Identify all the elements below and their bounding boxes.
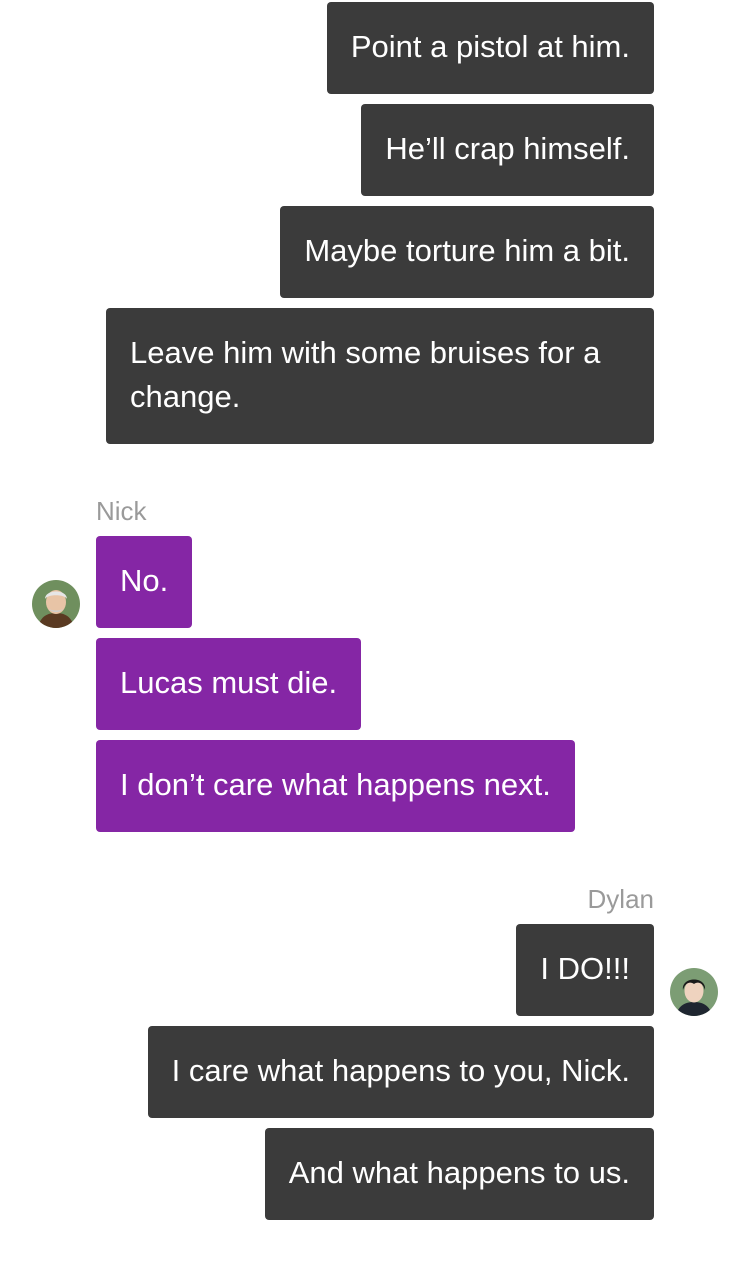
message-text: I don’t care what happens next.	[120, 767, 551, 802]
message-text: Leave him with some bruises for a change…	[130, 335, 601, 414]
message-bubble: I care what happens to you, Nick.	[147, 1026, 654, 1118]
message-text: He’ll crap himself.	[385, 131, 630, 166]
nick-avatar[interactable]	[32, 580, 80, 628]
message-text: Lucas must die.	[120, 665, 338, 700]
message-bubble: He’ll crap himself.	[361, 104, 654, 196]
dylan-avatar[interactable]	[670, 968, 718, 1016]
message-bubble: Lucas must die.	[96, 638, 362, 730]
nick-avatar-icon	[32, 580, 80, 628]
message-bubble: No.	[96, 536, 193, 628]
message-text: I DO!!!	[540, 951, 630, 986]
message-bubble: I don’t care what happens next.	[96, 740, 575, 832]
message-bubble: Leave him with some bruises for a change…	[106, 308, 654, 444]
dylan-avatar-icon	[670, 968, 718, 1016]
message-text: I care what happens to you, Nick.	[171, 1053, 630, 1088]
message-bubble: Maybe torture him a bit.	[280, 206, 654, 298]
message-text: Maybe torture him a bit.	[304, 233, 630, 268]
message-bubble: Point a pistol at him.	[326, 2, 654, 94]
message-text: Point a pistol at him.	[350, 29, 630, 64]
message-text: And what happens to us.	[288, 1155, 630, 1190]
message-text: No.	[120, 563, 169, 598]
sender-name-nick: Nick	[96, 496, 147, 526]
sender-name-dylan: Dylan	[587, 884, 654, 914]
message-bubble: And what happens to us.	[264, 1128, 654, 1220]
message-bubble: I DO!!!	[516, 924, 654, 1016]
